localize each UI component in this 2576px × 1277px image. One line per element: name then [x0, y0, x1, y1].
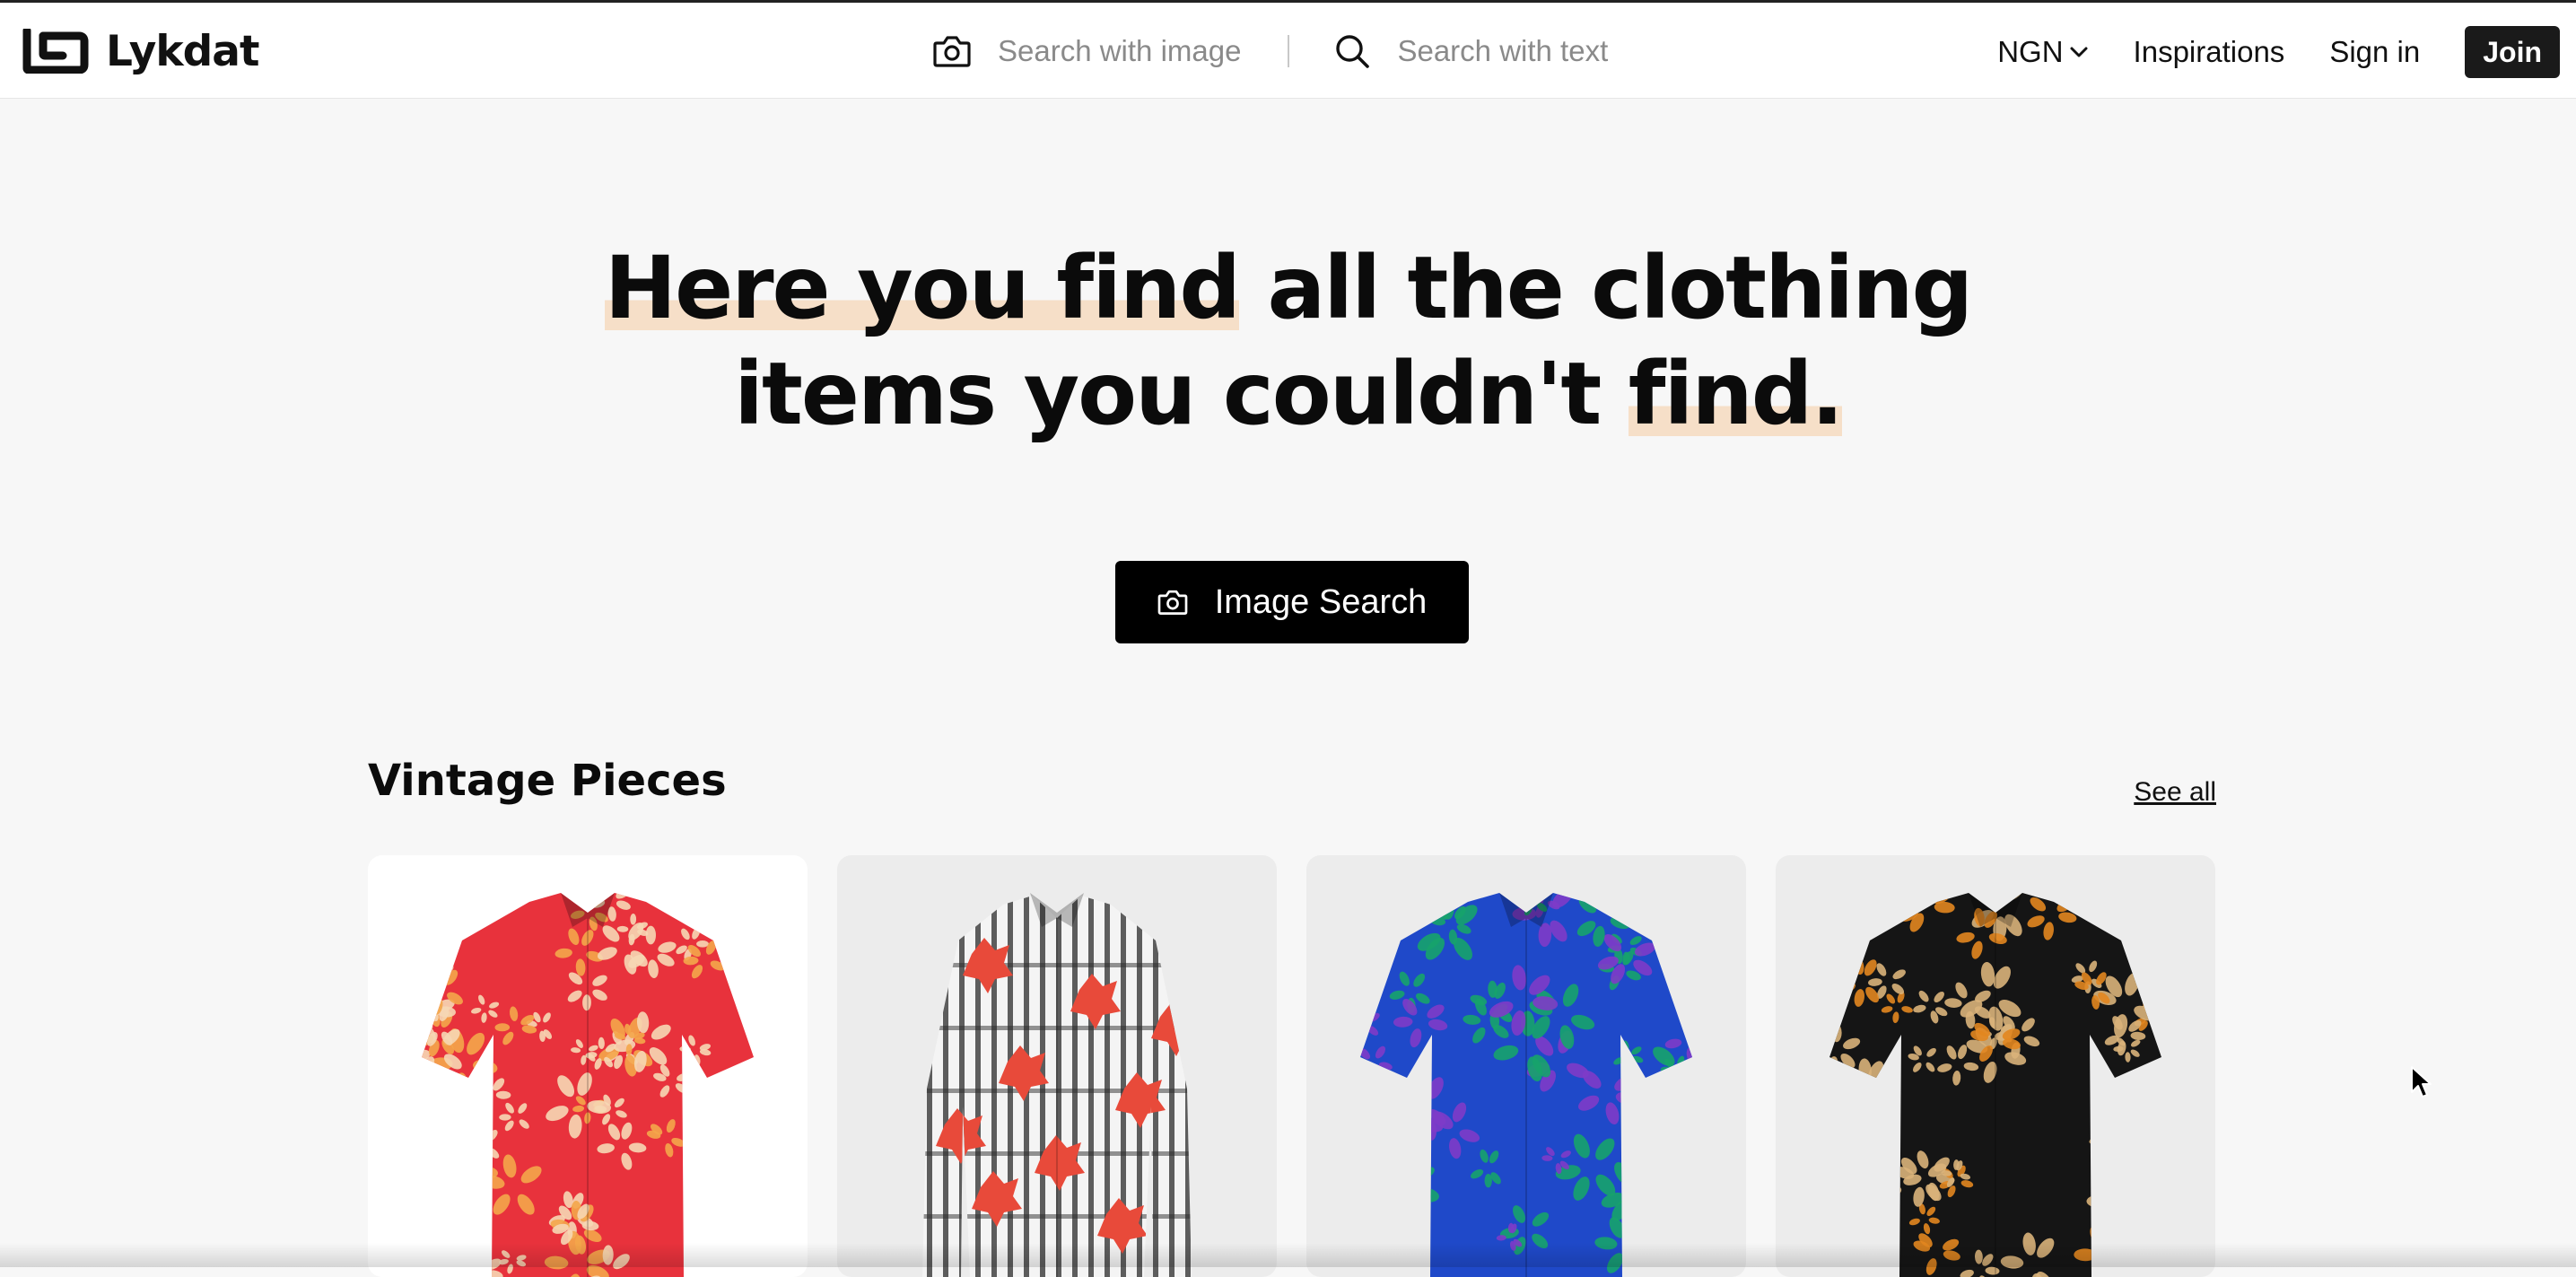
lykdat-logo-icon	[22, 29, 89, 74]
bottom-shadow	[0, 1243, 2576, 1267]
camera-icon	[1157, 590, 1188, 615]
heading-highlight-2: find.	[1628, 344, 1844, 444]
nav-inspirations[interactable]: Inspirations	[2134, 35, 2285, 69]
image-search-label: Image Search	[1214, 582, 1428, 621]
logo-text: Lykdat	[106, 26, 259, 76]
search-with-image[interactable]: Search with image	[933, 34, 1241, 68]
heading-text-2: items you couldn't	[734, 344, 1629, 444]
heading-text-1: all the clothing	[1239, 238, 1974, 338]
shirt-image	[422, 893, 754, 1277]
product-card[interactable]	[1306, 855, 1746, 1277]
search-with-text-placeholder: Search with text	[1397, 34, 1609, 67]
nav-sign-in[interactable]: Sign in	[2329, 35, 2420, 69]
product-card[interactable]	[1776, 855, 2215, 1277]
chevron-down-icon	[2070, 47, 2088, 57]
search-icon	[1336, 35, 1370, 68]
join-button[interactable]: Join	[2465, 26, 2560, 78]
nav-right: NGN Inspirations Sign in Join	[1997, 26, 2560, 78]
currency-label: NGN	[1997, 35, 2064, 68]
mouse-cursor-icon	[2411, 1066, 2432, 1098]
heading-highlight-1: Here you find	[604, 238, 1241, 338]
image-search-button[interactable]: Image Search	[1115, 561, 1469, 643]
shirt-image	[1829, 893, 2161, 1277]
product-card[interactable]	[368, 855, 808, 1277]
search-divider	[1288, 35, 1290, 67]
see-all-link[interactable]: See all	[2134, 777, 2216, 808]
hero: Here you find all the clothing items you…	[0, 235, 2576, 447]
logo[interactable]: Lykdat	[20, 26, 259, 76]
product-card[interactable]	[837, 855, 1277, 1277]
currency-selector[interactable]: NGN	[1997, 35, 2088, 69]
hero-heading: Here you find all the clothing items you…	[0, 235, 2576, 447]
search-bar: Search with image Search with text	[933, 28, 1608, 74]
product-carousel	[368, 855, 2215, 1277]
shirt-image	[1360, 893, 1692, 1277]
shirt-image	[922, 893, 1192, 1277]
camera-icon	[933, 36, 971, 67]
search-with-text-input[interactable]: Search with text	[1334, 33, 1608, 69]
section-title: Vintage Pieces	[368, 756, 727, 806]
search-with-image-placeholder: Search with image	[998, 34, 1242, 67]
top-navbar: Lykdat Search with image Search with tex…	[0, 0, 2576, 99]
